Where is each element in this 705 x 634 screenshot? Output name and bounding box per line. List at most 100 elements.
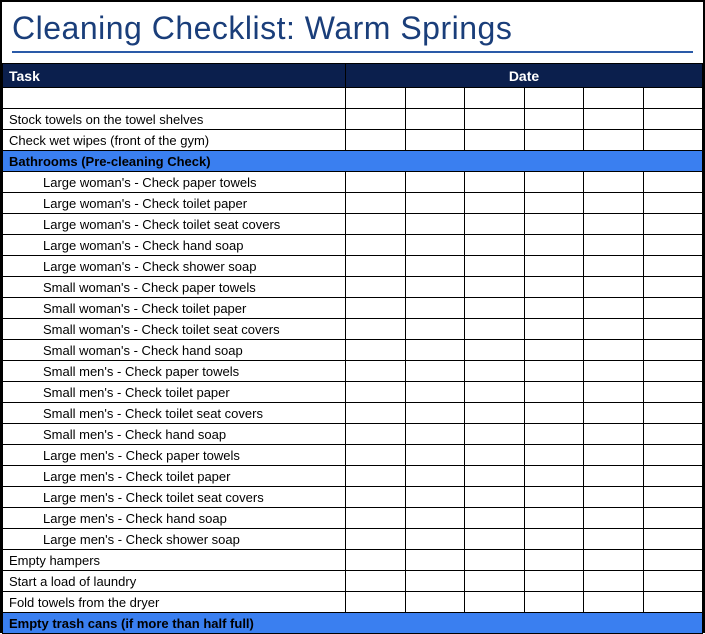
date-cell[interactable] <box>524 130 584 151</box>
date-cell[interactable] <box>405 277 465 298</box>
date-cell[interactable] <box>643 361 703 382</box>
date-cell[interactable] <box>346 508 406 529</box>
date-cell[interactable] <box>346 340 406 361</box>
date-cell[interactable] <box>584 172 644 193</box>
date-cell[interactable] <box>584 550 644 571</box>
date-cell[interactable] <box>524 508 584 529</box>
date-cell[interactable] <box>643 130 703 151</box>
date-cell[interactable] <box>524 403 584 424</box>
date-cell[interactable] <box>346 319 406 340</box>
date-cell[interactable] <box>584 424 644 445</box>
date-cell[interactable] <box>405 193 465 214</box>
date-cell[interactable] <box>346 487 406 508</box>
date-cell[interactable] <box>524 424 584 445</box>
date-cell[interactable] <box>643 298 703 319</box>
date-cell[interactable] <box>584 214 644 235</box>
date-cell[interactable] <box>643 319 703 340</box>
date-cell[interactable] <box>346 256 406 277</box>
date-cell[interactable] <box>584 319 644 340</box>
date-cell[interactable] <box>643 445 703 466</box>
date-cell[interactable] <box>643 382 703 403</box>
date-cell[interactable] <box>524 235 584 256</box>
date-cell[interactable] <box>465 487 525 508</box>
date-cell[interactable] <box>643 256 703 277</box>
date-cell[interactable] <box>346 424 406 445</box>
date-cell[interactable] <box>465 571 525 592</box>
date-cell[interactable] <box>643 193 703 214</box>
date-cell[interactable] <box>346 298 406 319</box>
date-cell[interactable] <box>346 109 406 130</box>
date-cell[interactable] <box>584 529 644 550</box>
date-cell[interactable] <box>524 550 584 571</box>
date-cell[interactable] <box>465 319 525 340</box>
date-cell[interactable] <box>346 403 406 424</box>
date-cell[interactable] <box>643 235 703 256</box>
date-cell[interactable] <box>524 445 584 466</box>
date-cell[interactable] <box>584 508 644 529</box>
date-cell[interactable] <box>465 130 525 151</box>
date-cell[interactable] <box>643 487 703 508</box>
date-cell[interactable] <box>643 508 703 529</box>
date-cell[interactable] <box>643 214 703 235</box>
date-cell[interactable] <box>524 256 584 277</box>
date-cell[interactable] <box>465 277 525 298</box>
date-cell[interactable] <box>584 571 644 592</box>
date-cell[interactable] <box>465 235 525 256</box>
date-cell[interactable] <box>465 256 525 277</box>
date-cell[interactable] <box>405 319 465 340</box>
date-cell[interactable] <box>584 130 644 151</box>
date-cell[interactable] <box>405 508 465 529</box>
date-cell[interactable] <box>346 592 406 613</box>
date-cell[interactable] <box>405 340 465 361</box>
date-cell[interactable] <box>643 172 703 193</box>
date-cell[interactable] <box>524 298 584 319</box>
date-cell[interactable] <box>465 529 525 550</box>
date-cell[interactable] <box>584 592 644 613</box>
date-cell[interactable] <box>584 193 644 214</box>
date-cell[interactable] <box>584 382 644 403</box>
date-cell[interactable] <box>405 130 465 151</box>
date-cell[interactable] <box>465 109 525 130</box>
date-cell[interactable] <box>584 88 644 109</box>
date-cell[interactable] <box>405 529 465 550</box>
date-cell[interactable] <box>346 550 406 571</box>
date-cell[interactable] <box>643 529 703 550</box>
date-cell[interactable] <box>584 361 644 382</box>
date-cell[interactable] <box>405 361 465 382</box>
date-cell[interactable] <box>465 508 525 529</box>
date-cell[interactable] <box>405 466 465 487</box>
date-cell[interactable] <box>405 109 465 130</box>
date-cell[interactable] <box>405 88 465 109</box>
date-cell[interactable] <box>405 403 465 424</box>
date-cell[interactable] <box>524 382 584 403</box>
date-cell[interactable] <box>643 571 703 592</box>
date-cell[interactable] <box>643 592 703 613</box>
date-cell[interactable] <box>643 340 703 361</box>
date-cell[interactable] <box>346 445 406 466</box>
date-cell[interactable] <box>405 298 465 319</box>
date-cell[interactable] <box>405 424 465 445</box>
date-cell[interactable] <box>643 277 703 298</box>
date-cell[interactable] <box>584 340 644 361</box>
date-cell[interactable] <box>584 487 644 508</box>
date-cell[interactable] <box>465 424 525 445</box>
date-cell[interactable] <box>346 172 406 193</box>
date-cell[interactable] <box>405 382 465 403</box>
date-cell[interactable] <box>465 382 525 403</box>
date-cell[interactable] <box>346 571 406 592</box>
date-cell[interactable] <box>346 88 406 109</box>
date-cell[interactable] <box>524 319 584 340</box>
date-cell[interactable] <box>405 256 465 277</box>
date-cell[interactable] <box>405 487 465 508</box>
date-cell[interactable] <box>524 277 584 298</box>
date-cell[interactable] <box>346 130 406 151</box>
date-cell[interactable] <box>405 571 465 592</box>
date-cell[interactable] <box>465 340 525 361</box>
date-cell[interactable] <box>405 172 465 193</box>
date-cell[interactable] <box>524 487 584 508</box>
date-cell[interactable] <box>584 298 644 319</box>
date-cell[interactable] <box>524 592 584 613</box>
date-cell[interactable] <box>524 193 584 214</box>
date-cell[interactable] <box>643 550 703 571</box>
date-cell[interactable] <box>524 571 584 592</box>
